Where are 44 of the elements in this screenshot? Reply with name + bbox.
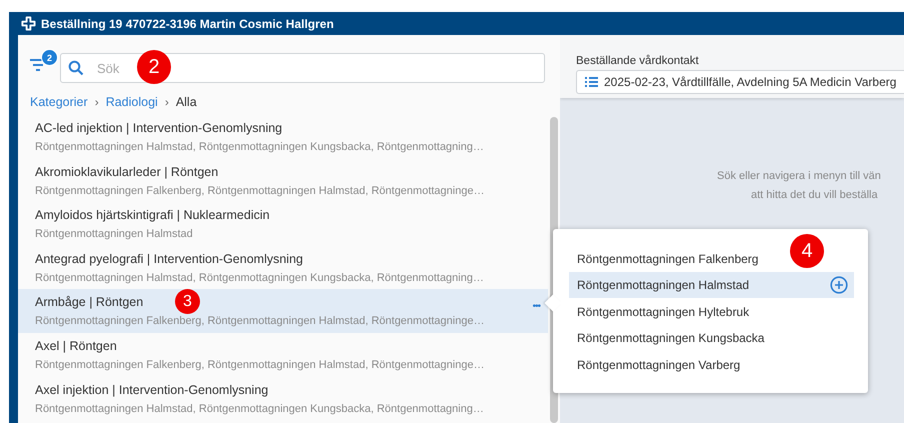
list-item[interactable]: Antegrad pyelografi | Intervention-Genomlysning Röntgenmottagningen Halmstad, Röntgenmottagningen Kungsbacka, Röntgenmottagning… <box>18 246 548 290</box>
filter-count-badge: 2 <box>41 49 58 66</box>
hint-text: att hitta det du vill beställa <box>751 188 879 203</box>
item-locations: Röntgenmottagningen Halmstad <box>35 227 193 242</box>
care-contact-dropdown[interactable]: 2025-02-23, Vårdtillfälle, Avdelning 5A Medicin Varberg <box>576 70 904 94</box>
menu-item[interactable]: Röntgenmottagningen Varberg <box>569 351 746 378</box>
filter-icon <box>30 59 46 71</box>
item-title: Axel | Röntgen <box>35 338 117 354</box>
medical-cross-icon <box>21 16 36 31</box>
item-locations: Röntgenmottagningen Falkenberg, Röntgenmottagningen Halmstad, Röntgenmottagninge… <box>35 358 484 373</box>
menu-item[interactable]: Röntgenmottagningen Falkenberg <box>569 245 764 272</box>
window-title: Beställning 19 470722-3196 Martin Cosmic Hallgren <box>41 16 334 30</box>
item-title: AC-led injektion | Intervention-Genomlysning <box>35 120 282 136</box>
breadcrumb-current: Alla <box>176 95 197 109</box>
item-title: Antegrad pyelografi | Intervention-Genomlysning <box>35 250 303 267</box>
breadcrumb-link[interactable]: Radiologi <box>106 95 158 109</box>
item-locations: Röntgenmottagningen Halmstad, Röntgenmottagningen Kungsbacka, Röntgenmottagning… <box>35 402 484 417</box>
breadcrumb-link[interactable]: Kategorier <box>30 95 88 109</box>
hint-text: Sök eller navigera i menyn till vän <box>717 169 882 184</box>
breadcrumb-separator: › <box>94 95 99 109</box>
search-icon <box>68 60 84 76</box>
menu-item[interactable]: Röntgenmottagningen Kungsbacka <box>569 324 770 352</box>
item-locations: Röntgenmottagningen Falkenberg, Röntgenmottagningen Halmstad, Röntgenmottagninge… <box>35 314 484 330</box>
list-item[interactable]: Axel | Röntgen Röntgenmottagningen Falkenberg, Röntgenmottagningen Halmstad, Röntgenmottagninge… <box>18 332 548 377</box>
list-item[interactable]: AC-led injektion | Intervention-Genomlysning Röntgenmottagningen Halmstad, Röntgenmottagningen Kungsbacka, Röntgenmottagning… <box>18 115 548 159</box>
list-item[interactable]: Axel injektion | Intervention-Genomlysning Röntgenmottagningen Halmstad, Röntgenmottagningen Kungsbacka, Röntgenmottagning… <box>18 376 548 420</box>
menu-item[interactable]: Röntgenmottagningen Hyltebruk <box>569 298 756 325</box>
step-number-marker: 3 <box>175 289 200 314</box>
add-icon[interactable] <box>830 276 848 294</box>
list-icon <box>585 77 598 87</box>
item-title: Axel injektion | Intervention-Genomlysning <box>35 382 268 398</box>
list-item[interactable]: Akromioklavikularleder | Röntgen Röntgenmottagningen Falkenberg, Röntgenmottagningen Halmstad, Röntgenmottagninge… <box>18 158 548 202</box>
field-label: Beställande vårdkontakt <box>576 55 700 67</box>
step-number-marker: 4 <box>790 234 824 268</box>
breadcrumb-separator: › <box>164 95 169 109</box>
item-locations: Röntgenmottagningen Falkenberg, Röntgenmottagningen Halmstad, Röntgenmottagninge… <box>35 184 484 199</box>
menu-item[interactable]: Röntgenmottagningen Halmstad <box>569 272 854 298</box>
item-title: Akromioklavikularleder | Röntgen <box>35 164 218 180</box>
item-locations: Röntgenmottagningen Halmstad, Röntgenmottagningen Kungsbacka, Röntgenmottagning… <box>35 140 484 155</box>
item-locations: Röntgenmottagningen Halmstad, Röntgenmottagningen Kungsbacka, Röntgenmottagning… <box>35 270 484 286</box>
item-title: Armbåge | Röntgen <box>35 294 144 310</box>
filter-button[interactable]: 2 <box>30 49 58 79</box>
item-title: Amyloidos hjärtskintigrafi | Nuklearmedicin <box>35 207 270 224</box>
list-item[interactable]: Amyloidos hjärtskintigrafi | Nuklearmedicin Röntgenmottagningen Halmstad <box>18 202 548 246</box>
